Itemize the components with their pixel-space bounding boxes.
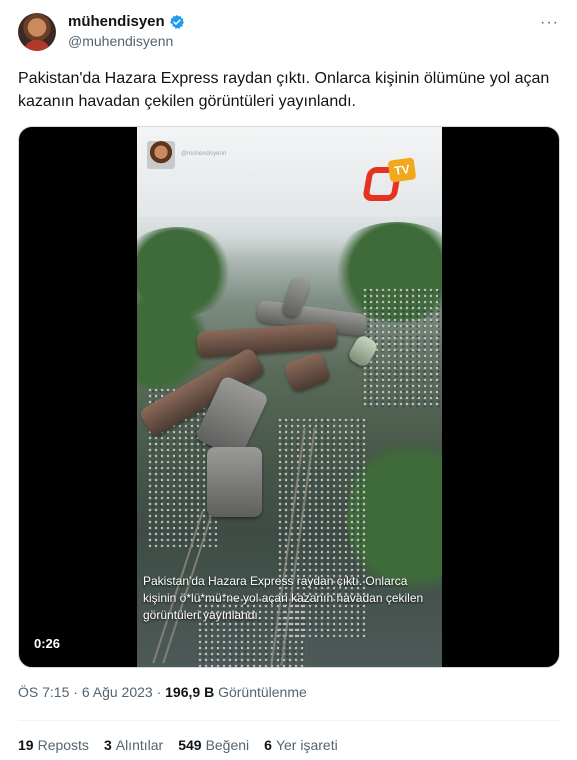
avatar[interactable]	[18, 13, 56, 51]
video-player[interactable]: @muhendisyenn TV Pakistan'da Hazara Expr…	[18, 126, 560, 668]
otv-logo: TV	[362, 157, 417, 201]
display-name[interactable]: mühendisyen	[68, 13, 165, 30]
tweet-meta: ÖS 7:15 · 6 Ağu 2023 · 196,9 B Görüntüle…	[18, 684, 307, 700]
stat-count: 3	[103, 737, 112, 753]
tweet-text: Pakistan'da Hazara Express raydan çıktı.…	[18, 70, 550, 110]
user-handle[interactable]: @muhendisyenn	[68, 33, 173, 49]
stat-label: Reposts	[37, 737, 89, 753]
more-options-icon[interactable]: ···	[540, 14, 559, 32]
tweet-date[interactable]: 6 Ağu 2023	[82, 684, 153, 700]
stat-likes[interactable]: 549 Beğeni	[178, 737, 249, 753]
tweet-stats: 19 Reposts 3 Alıntılar 549 Beğeni 6 Yer işar…	[18, 737, 338, 753]
divider	[18, 720, 559, 721]
stat-count: 6	[264, 737, 272, 753]
overlay-handle: @muhendisyenn	[181, 151, 227, 157]
tweet-time[interactable]: ÖS 7:15	[18, 684, 69, 700]
stat-label: Yer işareti	[275, 737, 338, 753]
overlay-avatar	[147, 141, 175, 169]
verified-badge-icon	[169, 14, 184, 29]
video-caption: Pakistan'da Hazara Express raydan çıktı.…	[143, 574, 424, 622]
stat-count: 549	[178, 737, 202, 753]
stat-count: 19	[18, 737, 34, 753]
video-duration: 0:26	[29, 634, 66, 653]
views-label: Görüntülenme	[218, 684, 307, 700]
stat-reposts[interactable]: 19 Reposts	[18, 737, 89, 753]
video-frame: @muhendisyenn TV Pakistan'da Hazara Expr…	[137, 127, 442, 667]
stat-quotes[interactable]: 3 Alıntılar	[104, 737, 163, 753]
meta-separator: ·	[73, 684, 78, 700]
stat-bookmarks[interactable]: 6 Yer işareti	[264, 737, 338, 753]
meta-separator: ·	[156, 684, 162, 700]
display-name-row[interactable]: mühendisyen	[68, 13, 185, 30]
views-count: 196,9 B	[165, 684, 215, 700]
otv-logo-text: TV	[387, 157, 417, 183]
stat-label: Beğeni	[205, 737, 250, 753]
stat-label: Alıntılar	[115, 737, 164, 753]
